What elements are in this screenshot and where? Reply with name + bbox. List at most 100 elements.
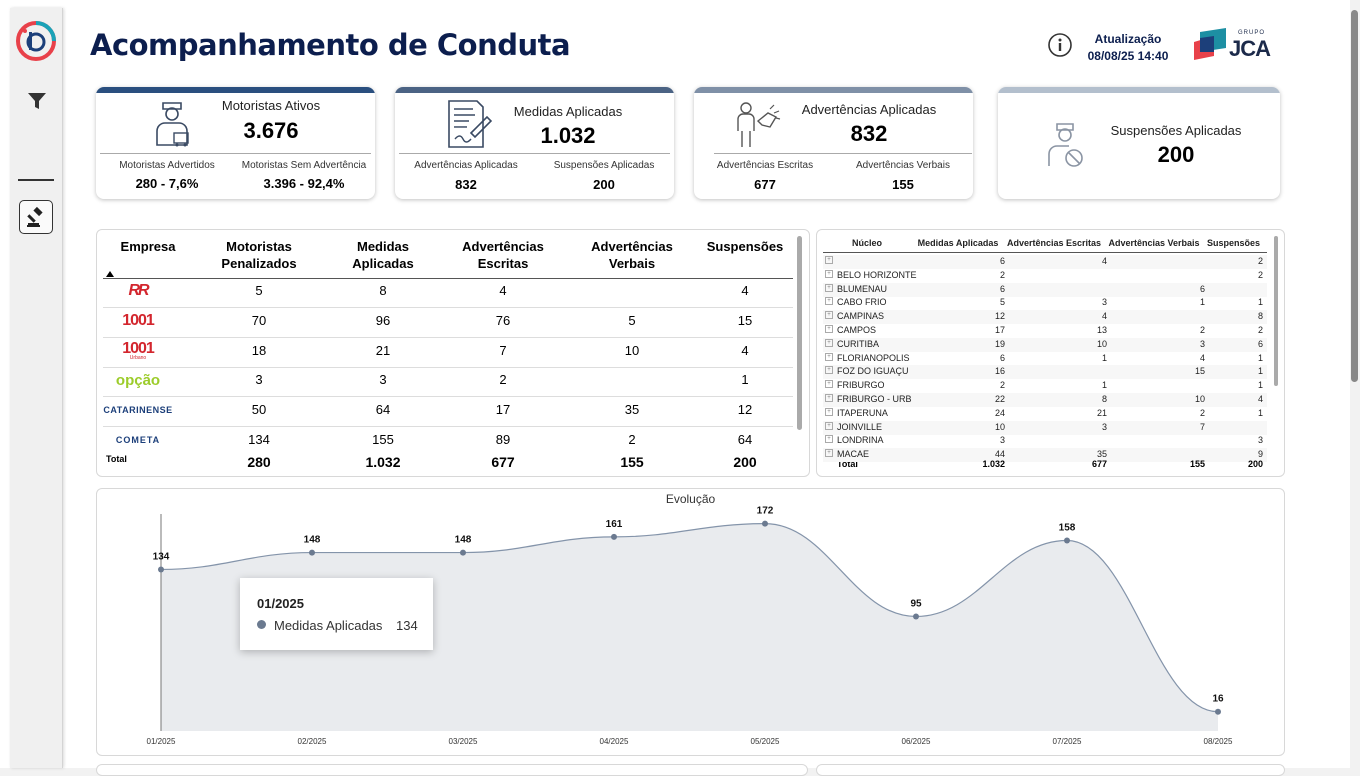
total-cell: 155 <box>1189 459 1205 469</box>
col-header-adv-escritas[interactable]: Advertências Escritas <box>1005 238 1103 248</box>
expand-icon[interactable]: + <box>825 269 833 278</box>
expand-icon[interactable]: + <box>825 325 833 333</box>
driver-icon <box>156 102 189 147</box>
company-logo-name: 1001 <box>122 339 155 357</box>
col-header-advertencias-verbais[interactable]: Advertências Verbais <box>584 238 680 272</box>
table-row[interactable]: + BELO HORIZONTE 2 2 <box>823 269 1267 283</box>
table-cell: 1 <box>1257 366 1263 377</box>
table-cell: 44 <box>994 449 1005 460</box>
table-row[interactable]: + FLORIANOPOLIS 6 1 4 1 <box>823 352 1267 366</box>
expand-icon[interactable]: + <box>825 421 833 430</box>
table-row[interactable]: + LONDRINA 3 3 <box>823 434 1267 448</box>
expand-icon[interactable]: + <box>825 435 833 444</box>
nucleo-name: BLUMENAU <box>837 283 888 294</box>
table-cell: 22 <box>994 394 1005 404</box>
expand-icon[interactable]: + <box>825 311 833 320</box>
kpi-value: 3.676 <box>243 118 299 143</box>
document-sign-icon <box>448 100 493 148</box>
table-cell: 2 <box>999 269 1005 280</box>
table-cell: 89 <box>495 432 511 447</box>
expand-icon[interactable]: + <box>825 407 833 416</box>
table-row[interactable]: +6 4 2 <box>823 255 1267 269</box>
table-cell: 2 <box>1257 325 1263 335</box>
expand-icon[interactable]: + <box>825 283 833 292</box>
col-header-advertencias-escritas[interactable]: Advertências Escritas <box>455 238 551 272</box>
nucleo-name: FLORIANOPOLIS <box>837 352 910 363</box>
total-cell: 677 <box>1091 459 1107 469</box>
total-cell: 1.032 <box>365 454 401 470</box>
table-row[interactable]: + CAMPOS 17 13 2 2 <box>823 324 1267 338</box>
table-row[interactable]: + BLUMENAU 6 6 <box>823 282 1267 297</box>
company-logo-sub: Urbano <box>129 354 147 361</box>
table-row[interactable]: + CAMPINAS 12 4 8 <box>823 310 1267 325</box>
col-header-suspensoes[interactable]: Suspensões <box>697 238 793 255</box>
update-value: 08/08/25 14:40 <box>1087 49 1169 63</box>
table-cell: 8 <box>1257 311 1263 322</box>
table-cell: 2 <box>999 380 1005 391</box>
table-cell: 4 <box>1199 352 1205 363</box>
sort-asc-icon[interactable] <box>106 271 114 277</box>
kpi-sub2-value: 155 <box>892 177 914 192</box>
table-cell: 12 <box>994 311 1005 322</box>
x-tick-label: 02/2025 <box>298 737 327 746</box>
col-header-adv-verbais[interactable]: Advertências Verbais <box>1107 238 1201 248</box>
header-divider <box>823 252 1267 253</box>
table-row[interactable]: + CABO FRIO 5 3 1 1 <box>823 296 1267 310</box>
col-header-suspensoes[interactable]: Suspensões <box>1207 238 1260 248</box>
col-header-nucleo[interactable]: Núcleo <box>835 238 899 248</box>
conduct-page-button[interactable] <box>19 200 53 234</box>
expand-icon[interactable]: + <box>825 256 833 264</box>
table-row[interactable]: + ITAPERUNA 24 21 2 1 <box>823 407 1267 421</box>
table-cell: 3 <box>999 435 1005 446</box>
table-cell: 15 <box>737 313 753 328</box>
table-cell: 1 <box>1199 297 1205 308</box>
table-cell: 18 <box>251 343 267 358</box>
expand-icon[interactable]: + <box>825 380 833 389</box>
table-cell: 9 <box>1257 449 1263 460</box>
company-logo: 1001 Urbano <box>103 340 173 362</box>
table-cell: 2 <box>1257 256 1263 266</box>
table-cell: 2 <box>499 372 507 387</box>
kpi-sub2-value: 3.396 - 92,4% <box>263 176 345 191</box>
table-row[interactable]: + FRIBURGO - URB 22 8 10 4 <box>823 393 1267 407</box>
expand-icon[interactable]: + <box>825 394 833 402</box>
nucleo-name: BELO HORIZONTE <box>837 269 917 280</box>
app-logo-icon[interactable] <box>15 20 57 62</box>
filter-icon[interactable] <box>26 90 48 112</box>
kpi-value: 200 <box>1157 142 1195 167</box>
nucleo-table[interactable]: Núcleo Medidas Aplicadas Advertências Es… <box>816 229 1285 477</box>
expand-icon[interactable]: + <box>825 366 833 375</box>
col-header-medidas-aplicadas[interactable]: Medidas Aplicadas <box>335 238 431 272</box>
info-icon[interactable] <box>1047 32 1073 58</box>
expand-icon[interactable]: + <box>825 352 833 361</box>
table-row[interactable]: + JOINVILLE 10 3 7 <box>823 420 1267 435</box>
empresa-table[interactable]: Empresa Motoristas Penalizados Medidas A… <box>96 229 810 477</box>
expand-icon[interactable]: + <box>825 338 833 347</box>
kpi-sub1-value: 677 <box>754 177 776 192</box>
data-point <box>1215 708 1221 715</box>
table-row[interactable]: + FRIBURGO 2 1 1 <box>823 379 1267 393</box>
table-row[interactable]: + FOZ DO IGUAÇU 16 15 1 <box>823 365 1267 380</box>
table-cell: 7 <box>499 343 507 358</box>
col-header-empresa[interactable]: Empresa <box>103 238 193 255</box>
table-row[interactable]: + CURITIBA 19 10 3 6 <box>823 337 1267 352</box>
expand-icon[interactable]: + <box>825 297 833 306</box>
data-label: 148 <box>304 535 321 546</box>
col-header-medidas[interactable]: Medidas Aplicadas <box>915 238 1001 248</box>
table-cell: 12 <box>737 402 753 417</box>
page-scrollbar[interactable] <box>1350 0 1360 768</box>
page-scrollbar-thumb[interactable] <box>1351 10 1358 382</box>
company-logo: CATARINENSE <box>103 405 173 415</box>
table-cell: 21 <box>375 343 391 358</box>
kpi-value: 832 <box>850 121 888 146</box>
table-scrollbar[interactable] <box>1274 236 1278 386</box>
x-tick-label: 01/2025 <box>147 737 176 746</box>
table-cell: 3 <box>1101 297 1107 308</box>
col-header-motoristas-penalizados[interactable]: Motoristas Penalizados <box>211 238 307 272</box>
total-cell: 200 <box>1247 459 1263 469</box>
expand-icon[interactable]: + <box>825 449 833 458</box>
table-cell: 3 <box>1199 338 1205 349</box>
total-cell: 1.032 <box>982 459 1005 469</box>
table-scrollbar[interactable] <box>797 236 802 430</box>
kpi-divider <box>714 153 972 154</box>
